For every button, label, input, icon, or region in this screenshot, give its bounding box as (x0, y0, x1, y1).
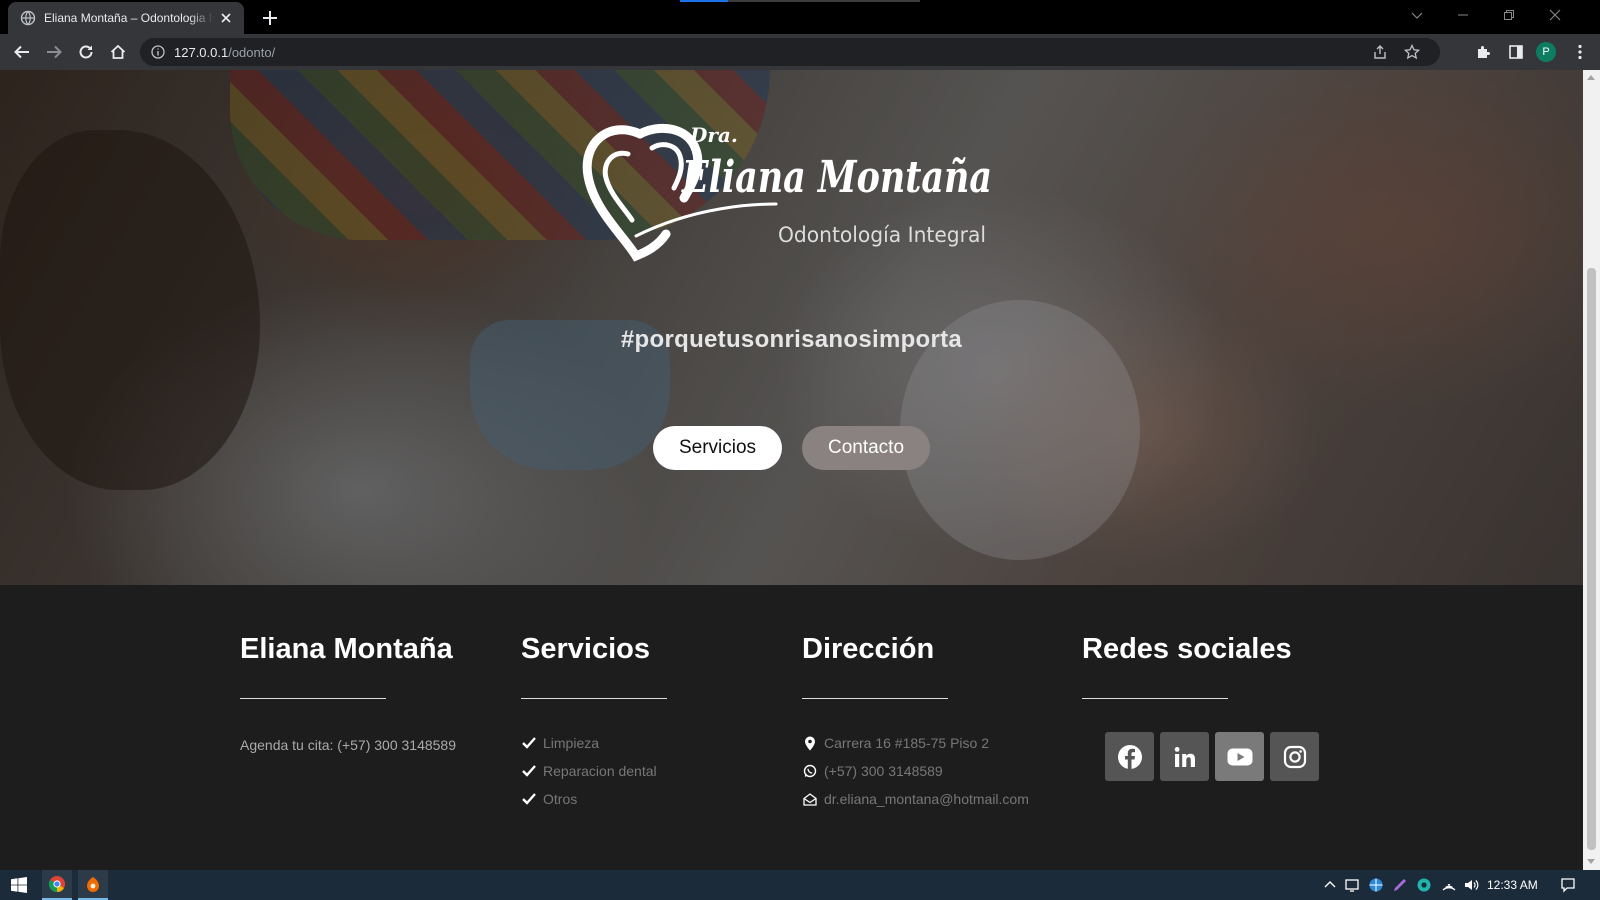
tray-edge-icon[interactable] (1416, 877, 1432, 893)
tray-globe-icon[interactable] (1368, 877, 1384, 893)
footer-address-heading: Dirección (802, 633, 935, 665)
scroll-up-arrow[interactable] (1587, 75, 1595, 80)
youtube-icon (1227, 748, 1252, 765)
minimize-icon (1458, 14, 1468, 16)
footer-social-column: Redes sociales (1082, 633, 1319, 781)
site-footer: Eliana Montaña Agenda tu cita: (+57) 300… (0, 585, 1583, 870)
notification-icon[interactable] (1560, 877, 1576, 893)
page-scrollbar[interactable] (1583, 70, 1600, 870)
reload-button[interactable] (74, 40, 98, 64)
minimize-button[interactable] (1440, 0, 1486, 30)
footer-services-heading: Servicios (521, 633, 650, 665)
close-icon (1549, 9, 1561, 21)
chevron-up-icon[interactable] (1322, 877, 1338, 893)
servicios-button[interactable]: Servicios (653, 426, 782, 470)
home-button[interactable] (106, 40, 130, 64)
info-icon[interactable] (150, 44, 166, 60)
check-icon (522, 765, 536, 777)
loading-indicator (680, 0, 920, 2)
footer-social-heading: Redes sociales (1082, 633, 1292, 665)
start-button[interactable] (4, 870, 34, 900)
scroll-down-arrow[interactable] (1587, 859, 1595, 864)
taskbar-app[interactable] (78, 870, 108, 900)
service-item[interactable]: Reparacion dental (521, 757, 667, 785)
restore-button[interactable] (1486, 0, 1532, 30)
address-item: Carrera 16 #185-75 Piso 2 (802, 729, 1029, 757)
reload-icon (79, 45, 93, 59)
taskbar-chrome[interactable] (42, 870, 72, 900)
home-icon (110, 44, 126, 59)
logo-name: Eliana Montaña (680, 152, 992, 203)
tab-title: Eliana Montaña – Odontologia Integral (44, 11, 214, 25)
browser-toolbar: 127.0.0.1/odonto/ P (0, 34, 1600, 70)
windows-start-icon (11, 877, 27, 893)
page-viewport: Dra. Eliana Montaña Odontología Integral… (0, 70, 1583, 870)
heading-divider (802, 698, 948, 699)
os-taskbar: 12:33 AM (0, 870, 1600, 900)
browser-tab[interactable]: Eliana Montaña – Odontologia Integral (8, 2, 244, 34)
contacto-button[interactable]: Contacto (802, 426, 930, 470)
plus-icon[interactable] (258, 6, 282, 30)
check-icon (522, 793, 536, 805)
phone-item[interactable]: (+57) 300 3148589 (802, 757, 1029, 785)
forward-button[interactable] (42, 40, 66, 64)
footer-about-heading: Eliana Montaña (240, 633, 453, 665)
forward-arrow-icon (47, 45, 62, 59)
network-icon[interactable] (1441, 877, 1457, 893)
youtube-link[interactable] (1215, 732, 1264, 781)
globe-icon (20, 10, 36, 26)
side-panel-icon (1509, 45, 1523, 59)
kebab-menu-icon (1578, 44, 1582, 60)
heading-divider (1082, 698, 1228, 699)
logo-prefix: Dra. (689, 123, 738, 147)
facebook-icon (1117, 744, 1142, 769)
close-window-button[interactable] (1532, 0, 1578, 30)
scrollbar-thumb[interactable] (1587, 268, 1596, 850)
hero-section: Dra. Eliana Montaña Odontología Integral… (0, 70, 1583, 585)
envelope-open-icon (803, 792, 817, 806)
puzzle-icon (1478, 46, 1490, 58)
footer-about-column: Eliana Montaña Agenda tu cita: (+57) 300… (240, 633, 456, 753)
taskbar-clock[interactable]: 12:33 AM (1487, 878, 1538, 892)
email-item[interactable]: dr.eliana_montana@hotmail.com (802, 785, 1029, 813)
service-item[interactable]: Otros (521, 785, 667, 813)
facebook-link[interactable] (1105, 732, 1154, 781)
tray-pen-icon[interactable] (1392, 877, 1408, 893)
agenda-text: Agenda tu cita: (+57) 300 3148589 (240, 737, 457, 753)
footer-address-column: Dirección Carrera 16 #185-75 Piso 2 (+57… (802, 633, 1029, 813)
linkedin-icon (1174, 746, 1195, 767)
heading-divider (521, 698, 667, 699)
linkedin-link[interactable] (1160, 732, 1209, 781)
tray-app-icon[interactable] (1344, 877, 1360, 893)
back-button[interactable] (10, 40, 34, 64)
extensions-button[interactable] (1472, 40, 1496, 64)
back-arrow-icon (14, 45, 29, 59)
logo-tagline: Odontología Integral (778, 223, 986, 247)
chevron-down-icon (1411, 12, 1423, 19)
app-icon (87, 877, 99, 892)
url-text: 127.0.0.1/odonto/ (174, 45, 276, 60)
tab-strip: Eliana Montaña – Odontologia Integral (0, 0, 1600, 34)
clinic-logo[interactable]: Dra. Eliana Montaña Odontología Integral (582, 114, 1002, 264)
service-item[interactable]: Limpieza (521, 729, 667, 757)
star-icon[interactable] (1404, 44, 1420, 60)
chrome-icon (48, 876, 65, 893)
address-bar[interactable]: 127.0.0.1/odonto/ (140, 38, 1440, 66)
check-icon (522, 737, 536, 749)
heading-divider (240, 698, 386, 699)
close-icon[interactable] (218, 10, 234, 26)
instagram-icon (1283, 745, 1306, 768)
hero-hashtag: #porquetusonrisanosimporta (620, 326, 963, 353)
instagram-link[interactable] (1270, 732, 1319, 781)
profile-avatar[interactable]: P (1536, 42, 1556, 62)
side-panel-button[interactable] (1504, 40, 1528, 64)
share-icon[interactable] (1372, 44, 1388, 60)
map-pin-icon (805, 736, 815, 750)
browser-menu-button[interactable] (1568, 40, 1592, 64)
whatsapp-icon (803, 764, 817, 778)
volume-icon[interactable] (1463, 877, 1479, 893)
restore-icon (1504, 10, 1514, 20)
footer-services-column: Servicios Limpieza Reparacion dental Otr… (521, 633, 667, 813)
tab-search-button[interactable] (1394, 0, 1440, 30)
